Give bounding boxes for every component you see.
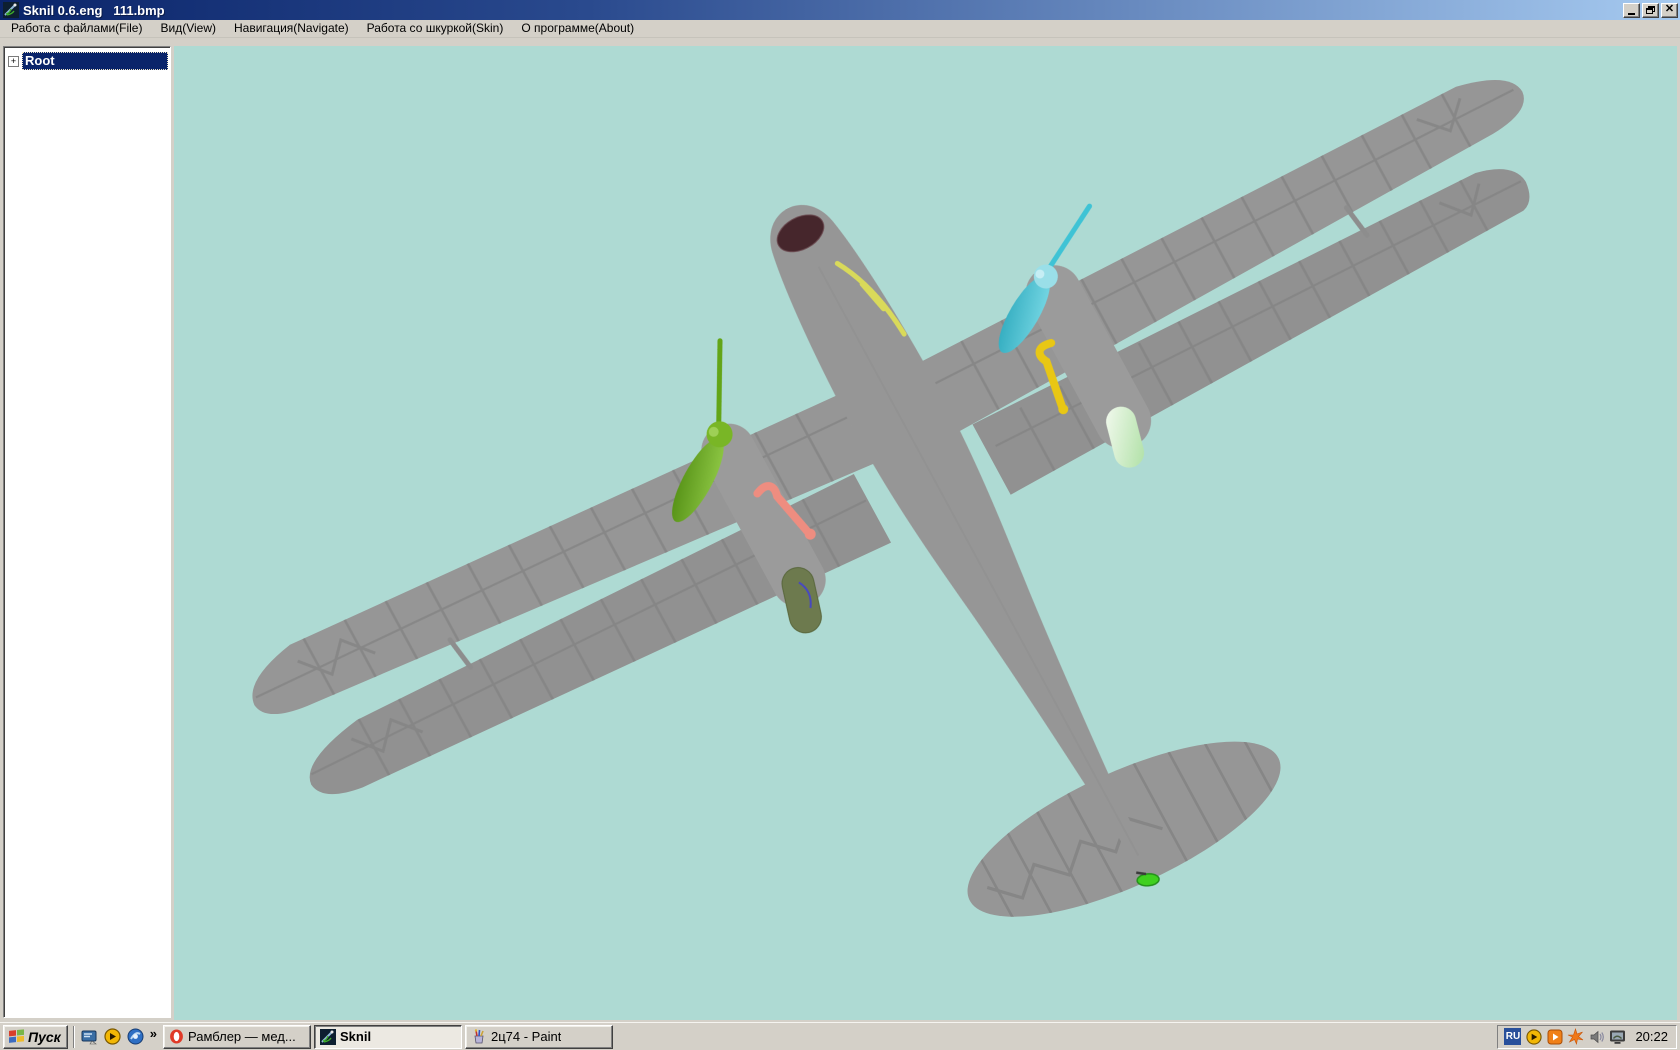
- quick-launch-overflow-chevron[interactable]: »: [149, 1026, 160, 1047]
- menu-skin[interactable]: Работа со шкуркой(Skin): [358, 19, 513, 38]
- menu-view[interactable]: Вид(View): [151, 19, 225, 38]
- task-button-sknil[interactable]: Sknil: [313, 1024, 462, 1049]
- orange-play-icon[interactable]: [1546, 1028, 1563, 1045]
- taskbar: Пуск » Рамблер — мед... Sknil 2ц74 - Pai…: [0, 1022, 1680, 1050]
- model-viewport[interactable]: [174, 46, 1677, 1020]
- client-area: + Root: [0, 38, 1680, 1022]
- close-icon: ✕: [1664, 2, 1675, 15]
- model-tree-panel: + Root: [3, 46, 171, 1018]
- language-indicator[interactable]: RU: [1504, 1028, 1522, 1045]
- title-bar: Sknil 0.6.eng 111.bmp ✕: [0, 0, 1680, 20]
- start-label: Пуск: [28, 1028, 61, 1045]
- system-tray: RU 20:22: [1497, 1024, 1677, 1049]
- tree-root-label[interactable]: Root: [22, 52, 168, 70]
- taskbar-divider: [72, 1025, 75, 1048]
- menu-about[interactable]: О программе(About): [512, 19, 643, 38]
- restore-button[interactable]: [1642, 2, 1659, 18]
- task-label: 2ц74 - Paint: [490, 1029, 562, 1044]
- media-player-icon[interactable]: [126, 1027, 146, 1047]
- task-button-rambler[interactable]: Рамблер — мед...: [162, 1024, 311, 1049]
- window-title: Sknil 0.6.eng 111.bmp: [23, 2, 165, 18]
- show-desktop-icon[interactable]: [80, 1027, 100, 1047]
- gold-disc-icon[interactable]: [1525, 1028, 1542, 1045]
- start-button[interactable]: Пуск: [3, 1024, 68, 1049]
- app-window: Sknil 0.6.eng 111.bmp ✕ Работа с файлами…: [0, 0, 1680, 1022]
- sknil-app-icon[interactable]: [3, 2, 19, 18]
- orange-burst-icon[interactable]: [1567, 1028, 1584, 1045]
- tree-item-root: + Root: [6, 52, 168, 70]
- tree-expander-icon[interactable]: +: [8, 55, 19, 67]
- minimize-button[interactable]: [1623, 2, 1640, 18]
- sknil-app-icon: [319, 1028, 336, 1045]
- opera-icon: [170, 1029, 183, 1044]
- volume-icon[interactable]: [1588, 1028, 1605, 1045]
- menu-navigate[interactable]: Навигация(Navigate): [225, 19, 358, 38]
- menu-bar: Работа с файлами(File) Вид(View) Навигац…: [0, 20, 1680, 38]
- restore-icon: [1646, 6, 1655, 14]
- gold-disc-icon[interactable]: [103, 1027, 123, 1047]
- task-label: Рамблер — мед...: [187, 1029, 296, 1044]
- paint-icon: [474, 1028, 484, 1043]
- windows-logo-icon: [9, 1029, 24, 1043]
- minimize-icon: [1628, 12, 1635, 15]
- display-icon[interactable]: [1609, 1028, 1626, 1045]
- taskbar-clock[interactable]: 20:22: [1635, 1029, 1668, 1044]
- airplane-model: [252, 70, 1530, 952]
- task-button-paint[interactable]: 2ц74 - Paint: [464, 1024, 613, 1049]
- task-label: Sknil: [339, 1029, 372, 1044]
- menu-file[interactable]: Работа с файлами(File): [2, 19, 151, 38]
- close-button[interactable]: ✕: [1661, 2, 1678, 18]
